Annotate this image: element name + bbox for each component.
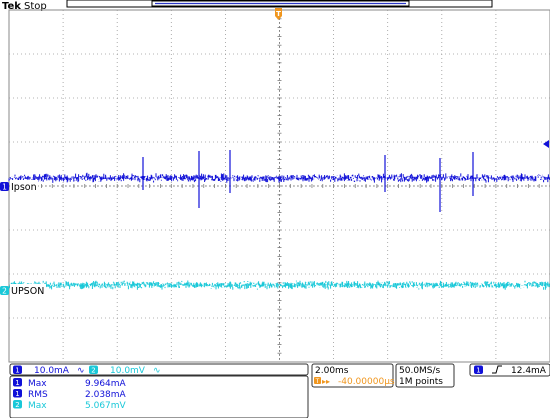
- channel-2-scale: 10.0mV: [110, 366, 146, 376]
- measurement-name: Max: [28, 379, 47, 389]
- horizontal-position: -40.00000µs: [338, 377, 395, 387]
- horizontal-scale: 2.00ms: [315, 366, 349, 376]
- svg-text:T: T: [315, 378, 320, 385]
- svg-text:2: 2: [15, 401, 19, 409]
- measurement-value: 5.067mV: [85, 401, 127, 411]
- arrow-right-icon: ▸▸: [322, 377, 330, 386]
- timebase-readout[interactable]: 2.00ms T ▸▸ -40.00000µs: [311, 363, 395, 388]
- svg-text:1: 1: [15, 367, 19, 375]
- bandwidth-limit-icon: ∿: [77, 366, 85, 376]
- bandwidth-limit-icon: ∿: [153, 366, 161, 376]
- channel-2-ground-marker[interactable]: 2: [0, 286, 9, 296]
- measurement-name: RMS: [28, 390, 48, 400]
- channel-2-label: UPSON: [11, 286, 44, 297]
- oscilloscope-screen: Tek Stop T 1 Ipson 2 UPSON 1 10.0mA ∿ 2 …: [0, 0, 550, 418]
- svg-text:2: 2: [2, 287, 7, 296]
- svg-text:2: 2: [91, 367, 95, 375]
- channel-1-ground-marker[interactable]: 1: [0, 182, 9, 192]
- svg-text:1: 1: [476, 367, 480, 375]
- trigger-level: 12.4mA: [511, 366, 547, 376]
- measurement-name: Max: [28, 401, 47, 411]
- trigger-position-marker[interactable]: T: [275, 8, 282, 20]
- svg-text:1: 1: [2, 183, 7, 192]
- channel-scale-readout[interactable]: 1 10.0mA ∿ 2 10.0mV ∿: [9, 363, 309, 376]
- measurement-value: 2.038mA: [85, 390, 127, 400]
- channel-1-scale: 10.0mA: [34, 366, 70, 376]
- trigger-readout[interactable]: 1 12.4mA: [469, 363, 550, 377]
- svg-text:1: 1: [15, 390, 19, 398]
- record-view-bar: [66, 0, 493, 8]
- svg-text:1: 1: [15, 379, 19, 387]
- graticule: [8, 9, 550, 363]
- sample-rate: 50.0MS/s: [399, 366, 441, 376]
- acquisition-readout[interactable]: 50.0MS/s 1M points: [395, 363, 455, 388]
- measurement-value: 9.964mA: [85, 379, 127, 389]
- trigger-level-arrow-icon[interactable]: [543, 140, 549, 148]
- record-length: 1M points: [399, 377, 443, 387]
- svg-text:T: T: [276, 10, 281, 18]
- measurements-panel[interactable]: 1 Max 9.964mA 1 RMS 2.038mA 2 Max 5.067m…: [9, 375, 309, 418]
- channel-2-waveform: [8, 280, 550, 290]
- channel-1-label: Ipson: [11, 182, 37, 193]
